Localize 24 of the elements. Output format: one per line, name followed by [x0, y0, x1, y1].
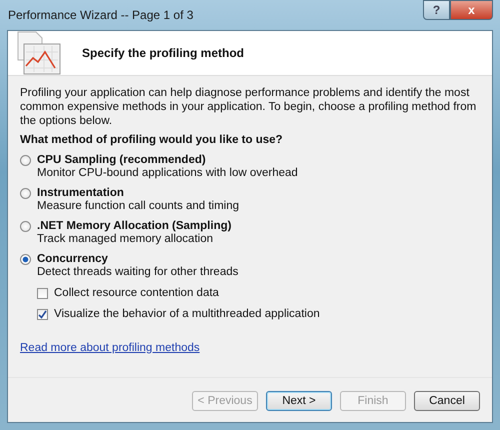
method-label[interactable]: CPU Sampling (recommended): [37, 154, 206, 166]
checkbox-label[interactable]: Collect resource contention data: [54, 287, 219, 299]
method-description: Detect threads waiting for other threads: [37, 266, 240, 278]
radio-button[interactable]: [20, 220, 31, 232]
method-label[interactable]: Instrumentation: [37, 187, 124, 199]
checkbox[interactable]: [37, 308, 48, 320]
wizard-button[interactable]: Next >: [266, 391, 332, 411]
window-title: Performance Wizard -- Page 1 of 3: [8, 8, 194, 22]
method-description: Measure function call counts and timing: [37, 200, 240, 212]
checkbox-label[interactable]: Visualize the behavior of a multithreaded application: [54, 308, 320, 320]
method-description: Track managed memory allocation: [37, 233, 214, 245]
radio-button[interactable]: [20, 254, 31, 264]
help-button[interactable]: ?: [423, 0, 450, 20]
page-heading: Specify the profiling method: [82, 46, 244, 60]
radio-button[interactable]: [20, 188, 31, 198]
checkbox[interactable]: [37, 288, 48, 298]
radio-button[interactable]: [20, 154, 31, 166]
intro-text: Profiling your application can help diagnose performance problems and identify the most common expensive methods in your application. To begin, choose a profiling method from the options below.: [20, 86, 478, 128]
method-label[interactable]: .NET Memory Allocation (Sampling): [37, 220, 232, 232]
method-label[interactable]: Concurrency: [37, 253, 108, 265]
method-description: Monitor CPU-bound applications with low overhead: [37, 167, 299, 179]
read-more-link[interactable]: Read more about profiling methods: [20, 342, 200, 354]
question-label: What method of profiling would you like to use?: [20, 134, 284, 146]
wizard-button[interactable]: Cancel: [414, 391, 480, 411]
